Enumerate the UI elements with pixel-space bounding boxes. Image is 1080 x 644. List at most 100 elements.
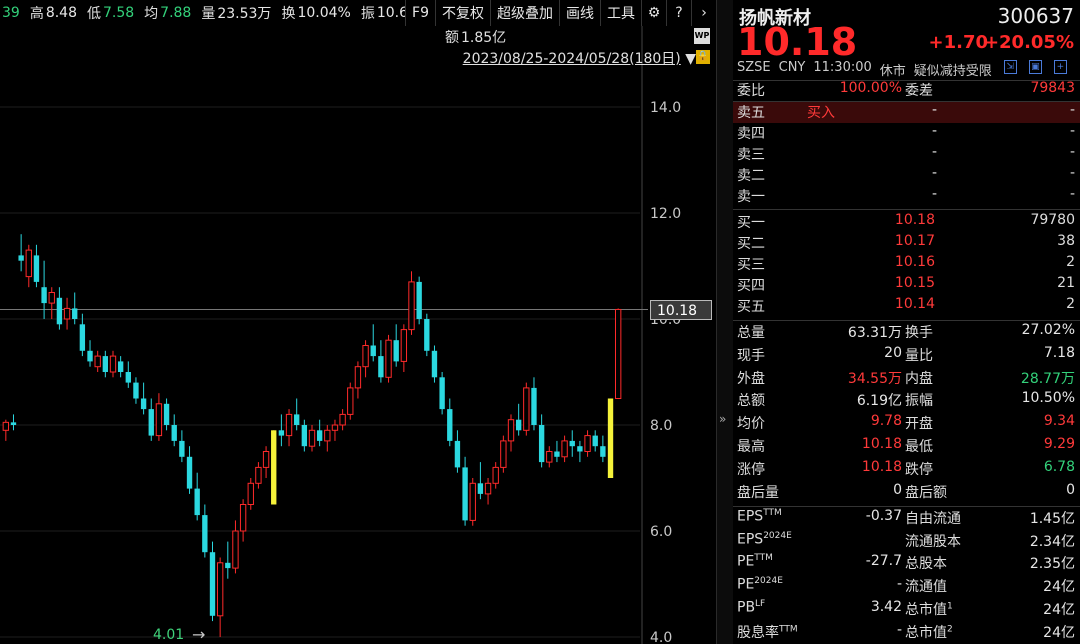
candle[interactable] bbox=[278, 414, 285, 447]
candle[interactable] bbox=[378, 340, 384, 383]
candle[interactable] bbox=[385, 334, 392, 383]
orderbook-row-buy[interactable]: 买四 10.15 21 bbox=[737, 275, 1075, 296]
date-range[interactable]: 2023/08/25-2024/05/28(180日) bbox=[463, 51, 681, 67]
orderbook-row-sell[interactable]: 卖一 - - bbox=[737, 186, 1075, 207]
double-chevron-icon[interactable]: » bbox=[719, 412, 726, 426]
candle[interactable] bbox=[584, 430, 591, 457]
candle[interactable] bbox=[2, 419, 10, 441]
candle[interactable] bbox=[148, 398, 154, 441]
candle[interactable] bbox=[285, 409, 293, 447]
orderbook-row-buy[interactable]: 买一 10.18 79780 bbox=[737, 212, 1075, 233]
candle[interactable] bbox=[362, 340, 369, 378]
candle[interactable] bbox=[140, 382, 147, 415]
candle[interactable] bbox=[79, 313, 86, 357]
candle[interactable] bbox=[538, 414, 545, 468]
orderbook-row-sell[interactable]: 卖四 - - bbox=[737, 123, 1075, 144]
window-icon[interactable]: ▣ bbox=[1028, 60, 1042, 74]
candle[interactable] bbox=[186, 446, 193, 494]
dropdown-icon[interactable]: ▼ bbox=[685, 51, 696, 67]
orderbook-row-sell[interactable]: 卖三 - - bbox=[737, 144, 1075, 165]
candle[interactable] bbox=[72, 292, 78, 325]
candle[interactable] bbox=[41, 260, 47, 319]
candle[interactable] bbox=[324, 425, 331, 452]
orderbook-row-sell[interactable]: 卖五 买入 - - bbox=[737, 102, 1075, 123]
candle[interactable] bbox=[454, 430, 461, 473]
orderbook-row-buy[interactable]: 买三 10.16 2 bbox=[737, 254, 1075, 275]
buy-action-button[interactable]: 买入 bbox=[807, 102, 835, 122]
candle[interactable] bbox=[546, 446, 553, 468]
candle[interactable] bbox=[56, 287, 63, 330]
help-icon[interactable]: ? bbox=[666, 0, 691, 26]
candle[interactable] bbox=[179, 430, 185, 463]
candle[interactable] bbox=[33, 244, 40, 288]
candle[interactable] bbox=[484, 478, 492, 505]
candle[interactable] bbox=[477, 462, 484, 500]
candle[interactable] bbox=[155, 393, 163, 441]
candle[interactable] bbox=[339, 409, 346, 431]
candle[interactable] bbox=[171, 414, 177, 447]
candle[interactable] bbox=[400, 324, 408, 372]
wp-badge[interactable]: WP bbox=[694, 28, 710, 44]
no-adjust-button[interactable]: 不复权 bbox=[435, 0, 490, 26]
candle[interactable] bbox=[255, 462, 262, 489]
lock-icon[interactable]: 🔒 bbox=[696, 50, 710, 64]
candle[interactable] bbox=[63, 297, 71, 330]
candle[interactable] bbox=[416, 276, 422, 325]
candle[interactable] bbox=[469, 478, 476, 526]
candle[interactable] bbox=[424, 313, 430, 357]
candle[interactable] bbox=[347, 382, 354, 420]
candle[interactable] bbox=[202, 504, 208, 558]
draw-button[interactable]: 画线 bbox=[559, 0, 600, 26]
candle[interactable] bbox=[561, 435, 568, 463]
candle[interactable] bbox=[163, 398, 170, 431]
candle[interactable] bbox=[408, 271, 415, 335]
orderbook-row-buy[interactable]: 买二 10.17 38 bbox=[737, 233, 1075, 254]
orderbook-row-buy[interactable]: 买五 10.14 2 bbox=[737, 296, 1075, 317]
tools-button[interactable]: 工具 bbox=[600, 0, 641, 26]
candle[interactable] bbox=[239, 499, 247, 542]
candle[interactable] bbox=[331, 419, 339, 441]
candle[interactable] bbox=[294, 398, 300, 431]
candle[interactable] bbox=[607, 398, 614, 479]
candle[interactable] bbox=[18, 234, 24, 272]
chevron-right-icon[interactable]: › bbox=[691, 0, 716, 26]
candle[interactable] bbox=[531, 377, 537, 431]
candle[interactable] bbox=[271, 430, 277, 505]
candle[interactable] bbox=[393, 324, 399, 367]
candle[interactable] bbox=[614, 308, 622, 399]
candle[interactable] bbox=[48, 287, 55, 319]
candle[interactable] bbox=[554, 440, 560, 463]
candle[interactable] bbox=[354, 361, 362, 399]
candle[interactable] bbox=[577, 440, 583, 463]
candle[interactable] bbox=[515, 403, 522, 436]
candle[interactable] bbox=[500, 435, 507, 473]
candle[interactable] bbox=[25, 244, 32, 288]
candlestick-chart[interactable]: 14.012.010.08.06.04.0 bbox=[0, 0, 716, 644]
candle[interactable] bbox=[462, 456, 468, 526]
candle[interactable] bbox=[225, 541, 231, 579]
candle[interactable] bbox=[507, 414, 515, 452]
candle[interactable] bbox=[117, 356, 124, 378]
candle[interactable] bbox=[94, 350, 101, 372]
candle[interactable] bbox=[316, 419, 323, 447]
candle[interactable] bbox=[232, 520, 239, 574]
popout-icon[interactable]: ⇲ bbox=[1003, 60, 1017, 74]
candle[interactable] bbox=[125, 361, 131, 388]
candle[interactable] bbox=[308, 425, 316, 452]
candle[interactable] bbox=[10, 414, 17, 431]
candle[interactable] bbox=[569, 430, 575, 457]
candle[interactable] bbox=[492, 462, 499, 489]
candle[interactable] bbox=[133, 377, 139, 404]
candle[interactable] bbox=[194, 472, 200, 521]
candle[interactable] bbox=[109, 350, 117, 378]
candle[interactable] bbox=[431, 345, 438, 383]
candle[interactable] bbox=[600, 435, 606, 463]
orderbook-row-sell[interactable]: 卖二 - - bbox=[737, 165, 1075, 186]
candle[interactable] bbox=[370, 324, 376, 362]
candle[interactable] bbox=[439, 372, 445, 415]
overlay-button[interactable]: 超级叠加 bbox=[490, 0, 559, 26]
candle[interactable] bbox=[523, 382, 530, 436]
candle[interactable] bbox=[592, 430, 598, 452]
plus-icon[interactable]: + bbox=[1053, 60, 1067, 74]
gear-icon[interactable]: ⚙ bbox=[641, 0, 666, 26]
